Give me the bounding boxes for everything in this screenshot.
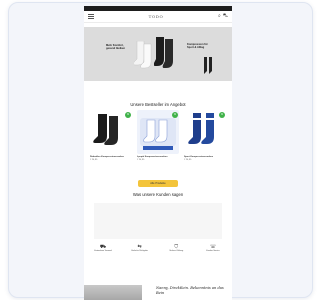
feature-item: ⇆ Einfache Rückgabe bbox=[127, 244, 153, 252]
hero-banner[interactable]: Mehr Komfort, gesund bleiben Kompression… bbox=[84, 27, 232, 81]
feature-item: ⛉ Sichere Zahlung bbox=[163, 244, 189, 252]
hero-left-text: Mehr Komfort, gesund bleiben bbox=[106, 44, 126, 50]
mobile-page[interactable]: TODO ⌕ ⛍ Mehr Komfort, gesund bleiben Ko… bbox=[84, 6, 232, 300]
product-card[interactable]: % Lymph Kompressionssocken € 24,95 bbox=[137, 110, 179, 161]
product-card[interactable]: % Sport Kompressionssocken € 24,95 bbox=[184, 110, 226, 161]
product-price: € 24,95 bbox=[184, 158, 192, 161]
black-socks-image bbox=[154, 37, 173, 68]
cart-icon[interactable]: ⛍ bbox=[223, 14, 228, 19]
discount-badge: % bbox=[125, 112, 131, 118]
founder-section: Nanny, Direktlein. Bekenntnis an das Bei… bbox=[84, 281, 232, 300]
legs-image bbox=[204, 57, 212, 74]
city-photo bbox=[84, 285, 142, 300]
hero-right-text: Kompression für Sport & Alltag bbox=[187, 43, 208, 49]
site-logo[interactable]: TODO bbox=[149, 14, 164, 19]
feature-list: ⛟ Kostenloser Versand ⇆ Einfache Rückgab… bbox=[90, 244, 226, 252]
discount-badge: % bbox=[219, 112, 225, 118]
product-list: % Diabetiker Kompressionssocken € 24,95 … bbox=[90, 110, 226, 161]
reviews-widget[interactable] bbox=[94, 203, 222, 239]
product-price: € 24,95 bbox=[137, 158, 145, 161]
reviews-title: Was unsere Kunden sagen bbox=[132, 192, 184, 197]
hamburger-menu-icon[interactable] bbox=[88, 14, 94, 19]
feature-item: ☏ Kunden Service bbox=[200, 244, 226, 252]
search-icon[interactable]: ⌕ bbox=[218, 14, 221, 19]
all-products-button[interactable]: Alle Produkte bbox=[138, 180, 178, 187]
product-card[interactable]: % Diabetiker Kompressionssocken € 24,95 bbox=[90, 110, 132, 161]
white-socks-image bbox=[134, 41, 152, 69]
founder-signature-text: Nanny, Direktlein. Bekenntnis an das Bei… bbox=[156, 286, 224, 295]
product-price: € 24,95 bbox=[90, 158, 98, 161]
feature-item: ⛟ Kostenloser Versand bbox=[90, 244, 116, 252]
bestsellers-title: Unsere Bestseller im Angebot bbox=[130, 102, 186, 107]
discount-badge: % bbox=[172, 112, 178, 118]
top-nav: TODO ⌕ ⛍ bbox=[84, 11, 232, 23]
